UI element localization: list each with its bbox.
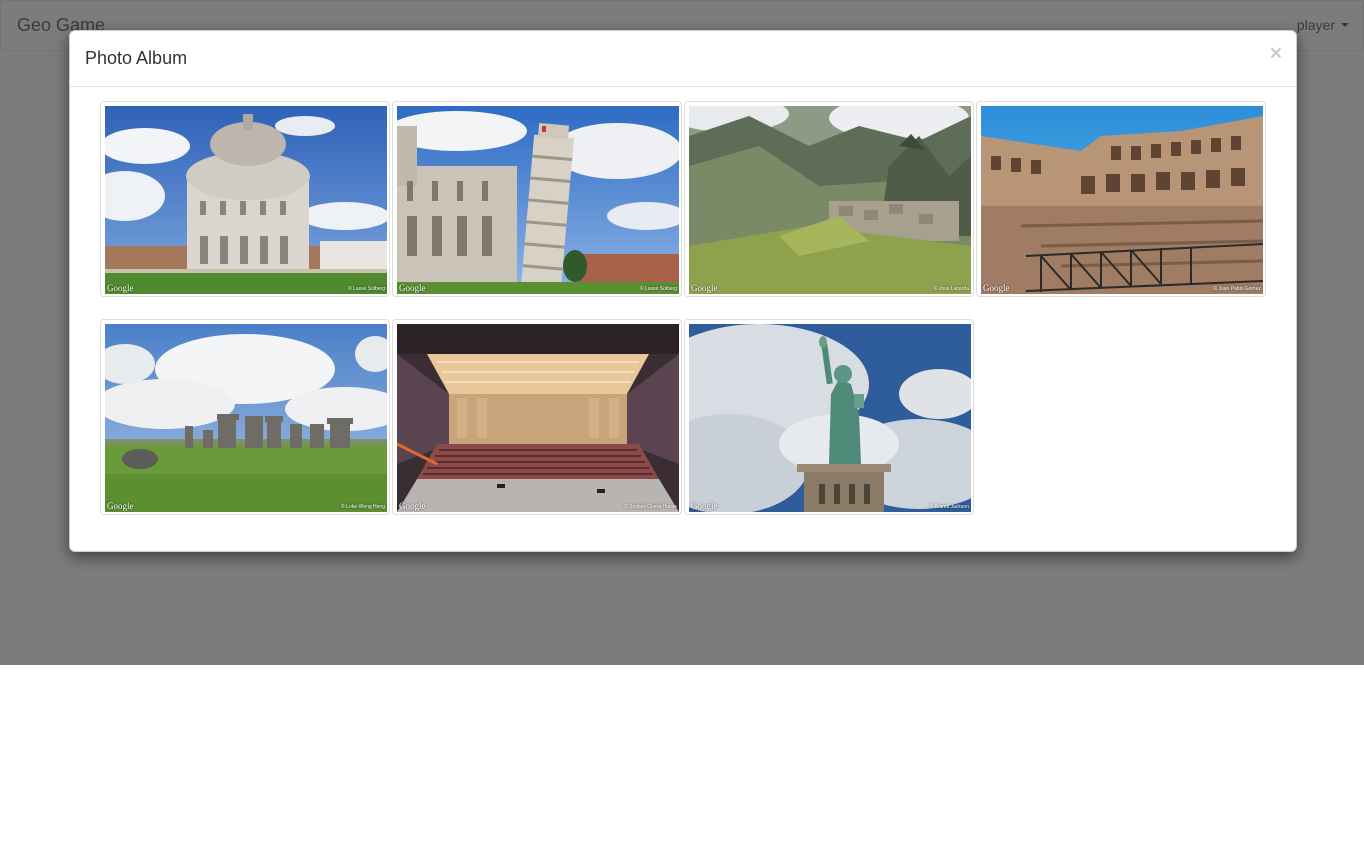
photo-credit: © Lasse Solberg [639,286,677,292]
photo-album-modal: Photo Album × Google © Lasse Solberg Goo… [69,30,1297,552]
photo-image: Google © Brandt Jackson [689,324,971,512]
photo-thumbnail-1[interactable]: Google © Lasse Solberg [100,101,390,297]
photo-thumbnail-2[interactable]: Google © Lasse Solberg [392,101,682,297]
google-watermark: Google [691,501,718,511]
photo-credit: © Juan Pablo Gomez [1213,286,1261,292]
google-watermark: Google [983,283,1010,293]
photo-thumbnail-5[interactable]: Google © Loke-Weng Heng [100,319,390,515]
modal-title: Photo Album [85,48,188,68]
google-watermark: Google [691,283,718,293]
modal-header: Photo Album × [70,31,1296,87]
photo-thumbnail-7[interactable]: Google © Brandt Jackson [684,319,974,515]
photo-credit: © Sydney Opera House [624,504,677,510]
photo-image: Google © Lasse Solberg [397,106,679,294]
google-watermark: Google [107,501,134,511]
photo-credit: © Lasse Solberg [347,286,385,292]
photo-image: Google © Sydney Opera House [397,324,679,512]
google-watermark: Google [399,283,426,293]
photo-image: Google © Lasse Solberg [105,106,387,294]
photo-image: Google © Loke-Weng Heng [105,324,387,512]
photo-thumbnail-6[interactable]: Google © Sydney Opera House [392,319,682,515]
photo-credit: © Jose Lacerda [933,286,969,292]
photo-credit: © Brandt Jackson [929,504,969,510]
close-button[interactable]: × [1270,43,1282,64]
photo-image: Google © Juan Pablo Gomez [981,106,1263,294]
google-watermark: Google [107,283,134,293]
photo-thumbnail-4[interactable]: Google © Juan Pablo Gomez [976,101,1266,297]
photo-credit: © Loke-Weng Heng [341,504,385,510]
photo-image: Google © Jose Lacerda [689,106,971,294]
google-watermark: Google [399,501,426,511]
photo-thumbnail-3[interactable]: Google © Jose Lacerda [684,101,974,297]
